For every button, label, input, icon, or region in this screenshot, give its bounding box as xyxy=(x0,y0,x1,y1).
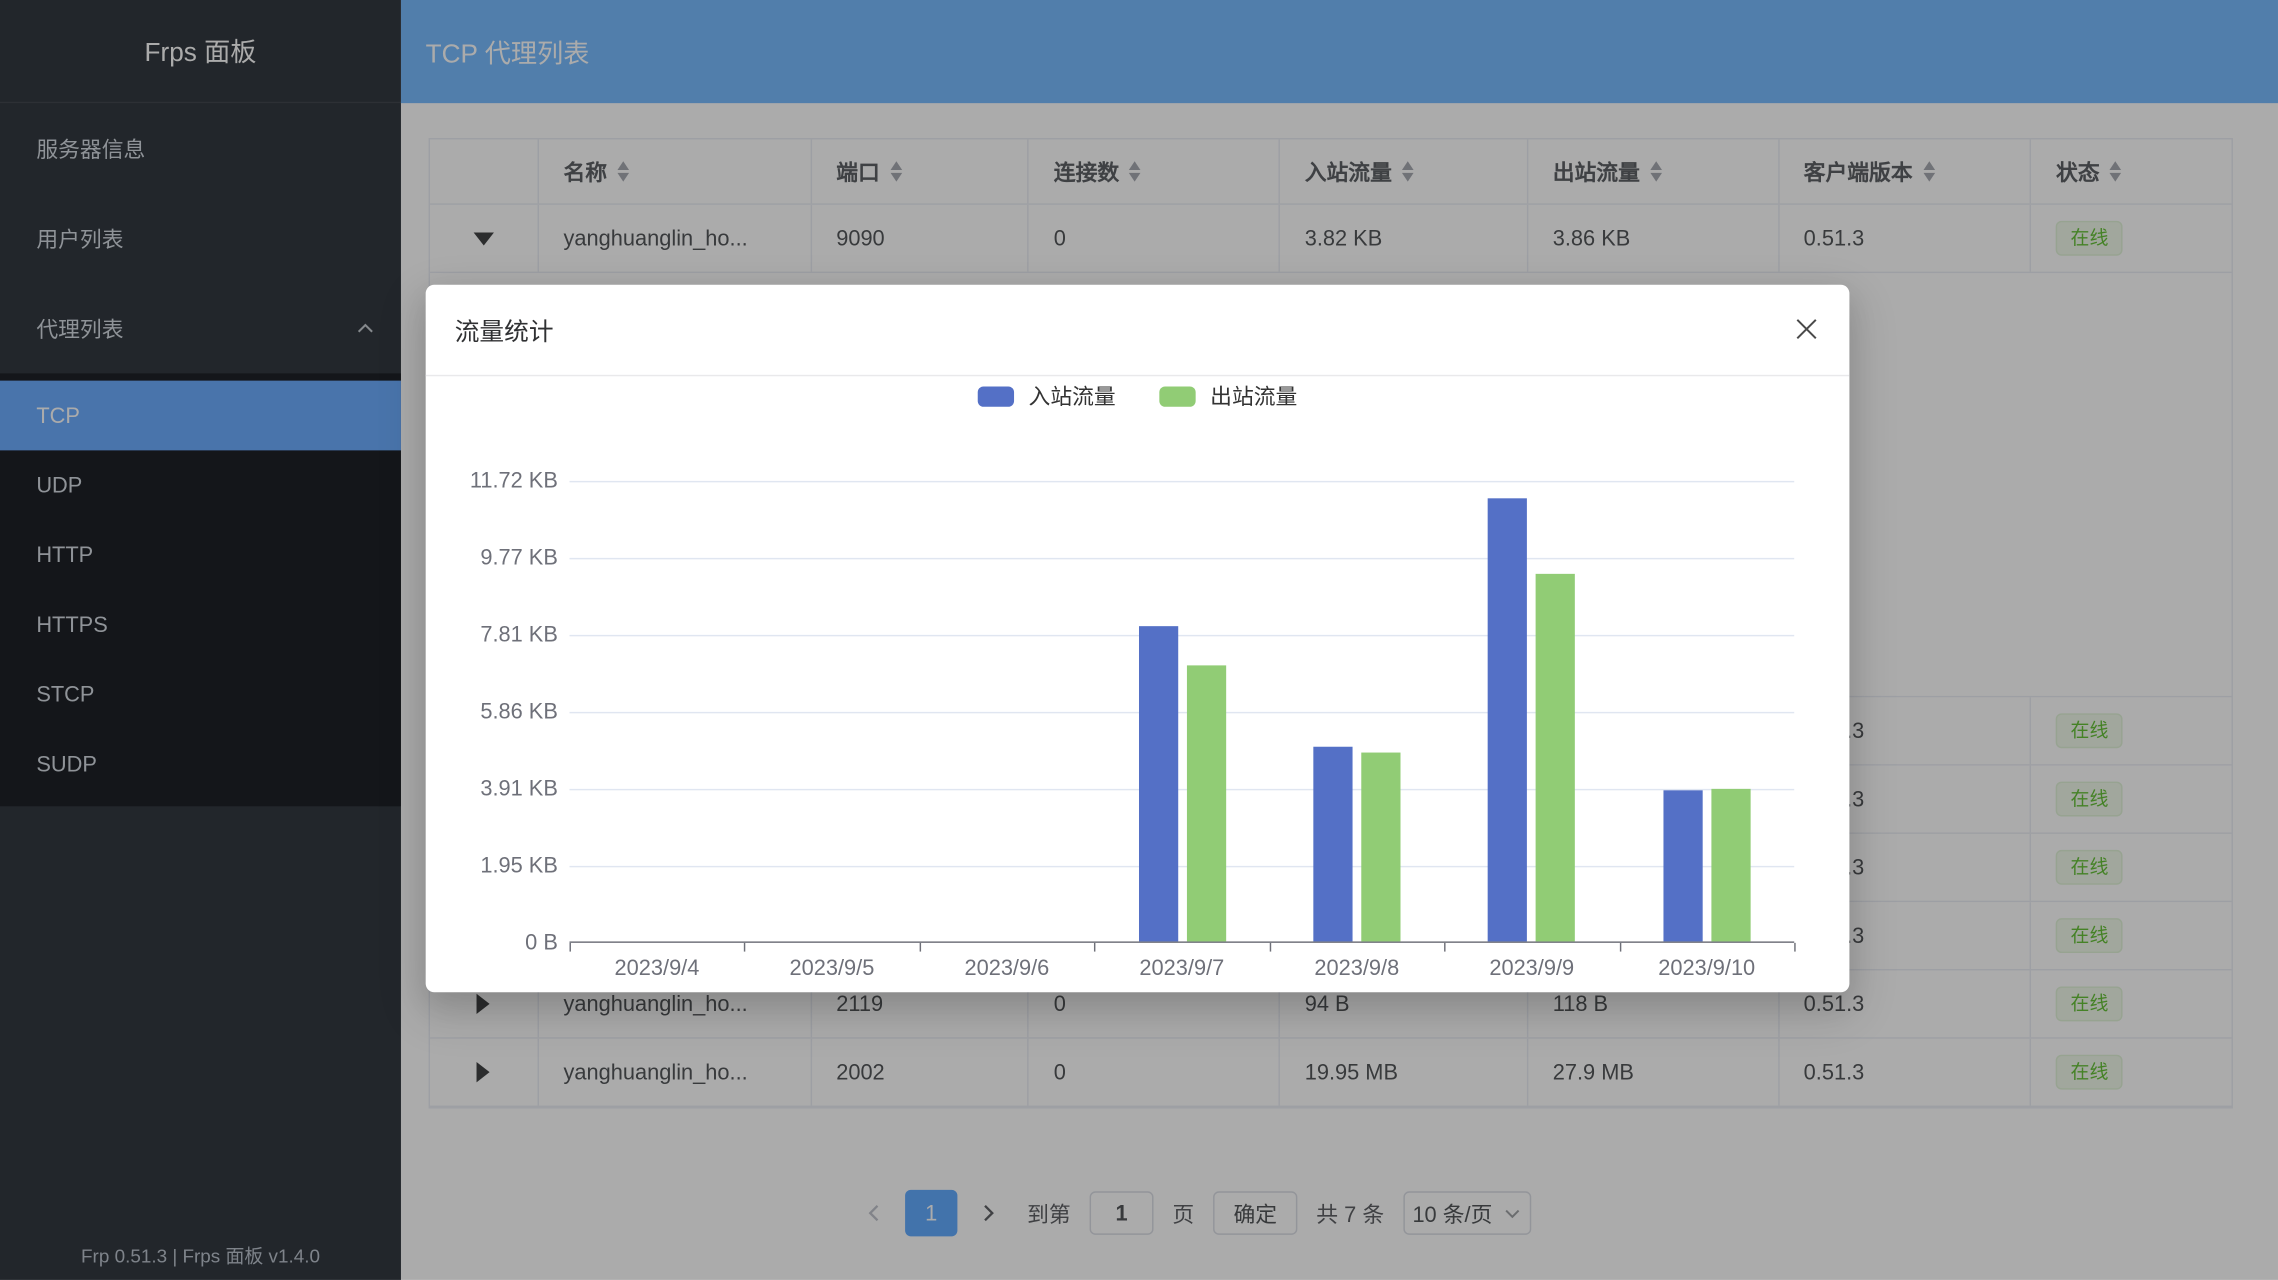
x-axis-tick xyxy=(919,943,920,952)
legend-swatch-icon xyxy=(1159,386,1195,406)
x-axis-tick xyxy=(1269,943,1270,952)
close-button[interactable] xyxy=(1791,314,1820,343)
x-axis-tick-label: 2023/9/9 xyxy=(1445,956,1619,981)
bar-inbound xyxy=(1138,626,1177,941)
frps-dashboard: Frps 面板 服务器信息用户列表代理列表TCPUDPHTTPHTTPSSTCP… xyxy=(0,0,2278,1280)
bar-inbound xyxy=(1313,747,1352,942)
bar-outbound xyxy=(1186,665,1225,941)
modal-title: 流量统计 xyxy=(455,311,554,347)
y-axis-tick-label: 9.77 KB xyxy=(384,546,558,571)
bar-inbound xyxy=(1488,499,1527,942)
x-axis-tick xyxy=(569,943,570,952)
close-icon xyxy=(1793,316,1818,341)
y-axis-tick-label: 3.91 KB xyxy=(384,777,558,802)
bar-outbound xyxy=(1361,753,1400,942)
x-axis-tick xyxy=(1619,943,1620,952)
x-axis-tick xyxy=(1094,943,1095,952)
legend-swatch-icon xyxy=(978,386,1014,406)
gridline xyxy=(569,635,1794,636)
y-axis-tick-label: 7.81 KB xyxy=(384,623,558,648)
x-axis-tick-label: 2023/9/7 xyxy=(1095,956,1269,981)
bar-inbound xyxy=(1663,791,1702,942)
gridline xyxy=(569,866,1794,867)
chart-legend: 入站流量 出站流量 xyxy=(426,381,1850,412)
x-axis-line xyxy=(569,941,1794,942)
bar-outbound xyxy=(1536,574,1575,941)
x-axis-tick-label: 2023/9/10 xyxy=(1620,956,1794,981)
bar-outbound xyxy=(1711,789,1750,941)
x-axis-tick-label: 2023/9/6 xyxy=(920,956,1094,981)
modal-header-divider xyxy=(426,375,1850,376)
traffic-bar-chart xyxy=(569,481,1794,943)
y-axis-tick-label: 5.86 KB xyxy=(384,700,558,725)
x-axis-tick-label: 2023/9/5 xyxy=(745,956,919,981)
legend-item-outbound[interactable]: 出站流量 xyxy=(1159,381,1297,412)
legend-label: 出站流量 xyxy=(1210,381,1297,412)
gridline xyxy=(569,558,1794,559)
x-axis-tick xyxy=(1794,943,1795,952)
x-axis-tick xyxy=(744,943,745,952)
x-axis-tick xyxy=(1444,943,1445,952)
gridline xyxy=(569,481,1794,482)
gridline xyxy=(569,789,1794,790)
x-axis-tick-label: 2023/9/4 xyxy=(570,956,744,981)
gridline xyxy=(569,712,1794,713)
y-axis-tick-label: 1.95 KB xyxy=(384,854,558,879)
y-axis-tick-label: 0 B xyxy=(384,931,558,956)
traffic-stats-modal: 流量统计 入站流量出站流量 0 B1.95 KB3.91 KB5.86 KB7.… xyxy=(426,285,1850,993)
legend-label: 入站流量 xyxy=(1029,381,1116,412)
y-axis-tick-label: 11.72 KB xyxy=(384,469,558,494)
legend-item-inbound[interactable]: 入站流量 xyxy=(978,381,1116,412)
x-axis-tick-label: 2023/9/8 xyxy=(1270,956,1444,981)
